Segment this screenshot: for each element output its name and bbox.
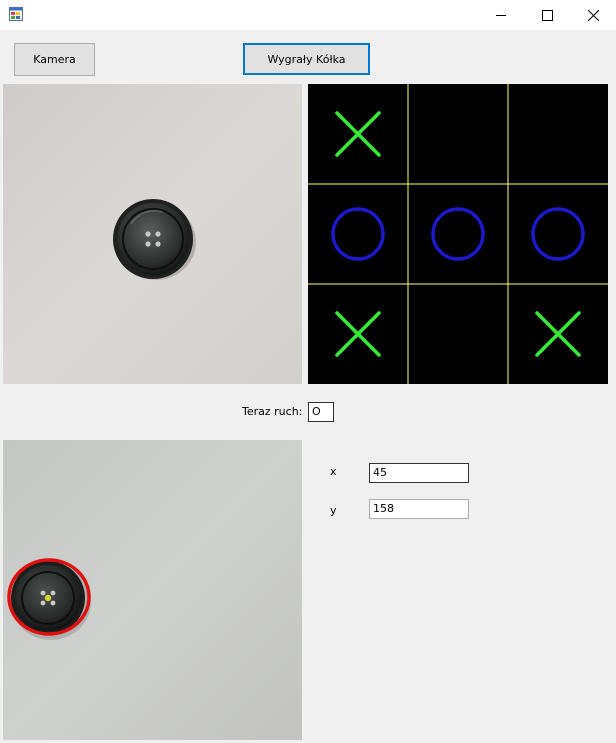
o-mark	[331, 207, 385, 261]
y-label: y	[330, 504, 337, 517]
x-mark	[335, 311, 381, 357]
x-label: x	[330, 465, 337, 478]
winner-button[interactable]: Wygrały Kółka	[243, 43, 370, 75]
maximize-icon	[541, 9, 553, 21]
camera-preview	[3, 84, 302, 384]
close-button[interactable]	[570, 0, 616, 30]
o-mark	[531, 207, 585, 261]
title-bar	[0, 0, 616, 30]
windows-form-icon	[9, 7, 23, 21]
close-icon	[587, 9, 599, 21]
o-mark	[431, 207, 485, 261]
detection-preview	[3, 440, 302, 740]
x-mark	[535, 311, 581, 357]
minimize-button[interactable]	[478, 0, 524, 30]
turn-field[interactable]: O	[308, 402, 334, 422]
game-board	[308, 84, 608, 384]
x-field[interactable]: 45	[369, 463, 469, 483]
camera-button[interactable]: Kamera	[14, 43, 95, 76]
board-canvas	[308, 84, 608, 384]
detection-image	[3, 440, 302, 740]
y-field[interactable]: 158	[369, 499, 469, 519]
minimize-icon	[496, 15, 506, 16]
turn-label: Teraz ruch:	[242, 405, 303, 418]
maximize-button[interactable]	[524, 0, 570, 30]
camera-image	[3, 84, 302, 384]
x-mark	[335, 111, 381, 157]
